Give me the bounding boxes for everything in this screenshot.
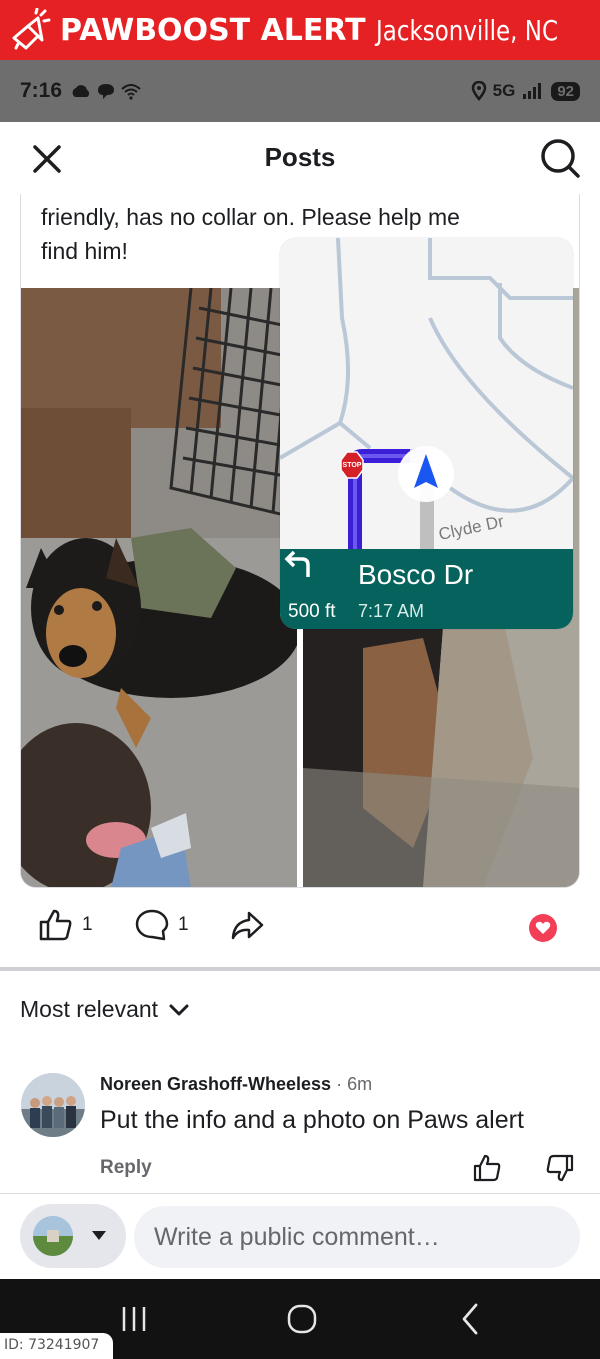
back-icon[interactable] xyxy=(450,1299,490,1339)
share-arrow-icon xyxy=(231,911,264,940)
like-count: 1 xyxy=(82,914,93,935)
comment-button[interactable]: 1 xyxy=(134,908,189,942)
navigation-map-overlay: Clyde Dr STOP Bosco Dr 500 ft 7:17 AM xyxy=(280,238,573,629)
next-street-name: Bosco Dr xyxy=(358,559,474,590)
turn-left-icon xyxy=(284,550,310,577)
signal-icon xyxy=(523,83,542,99)
avatar[interactable] xyxy=(21,1073,85,1137)
sort-label: Most relevant xyxy=(20,996,159,1022)
comment-input[interactable] xyxy=(134,1206,580,1268)
megaphone-icon xyxy=(12,8,51,50)
stop-sign-label: STOP xyxy=(342,462,362,469)
recent-apps-icon[interactable] xyxy=(114,1299,154,1339)
dogs-photo-illustration xyxy=(21,288,297,887)
post-actions: 1 1 xyxy=(0,900,600,956)
comment-author-name[interactable]: Noreen Grashoff-Wheeless xyxy=(100,1074,331,1094)
user-avatar xyxy=(33,1216,73,1256)
profile-switcher-button[interactable] xyxy=(20,1204,126,1268)
image-id-label: ID: 73241907 xyxy=(0,1333,113,1359)
comment-sort-dropdown[interactable]: Most relevant xyxy=(20,996,190,1023)
battery-indicator: 92 xyxy=(551,81,580,101)
navigation-panel: Bosco Dr 500 ft 7:17 AM xyxy=(280,549,573,629)
post-text-line: friendly, has no collar on. Please help … xyxy=(41,204,460,230)
chevron-down-icon xyxy=(169,1004,189,1015)
like-button[interactable]: 1 xyxy=(38,908,93,942)
post-photo-dogs[interactable] xyxy=(21,288,297,887)
pawboost-alert-banner: PAWBOOST ALERT Jacksonville, NC xyxy=(0,0,600,60)
alert-location: Jacksonville, NC xyxy=(375,13,558,47)
status-right: 5G 92 xyxy=(471,60,580,122)
thumbs-up-icon[interactable] xyxy=(472,1153,502,1183)
home-icon[interactable] xyxy=(282,1299,322,1339)
comment-text: Put the info and a photo on Paws alert xyxy=(100,1106,524,1134)
status-icons xyxy=(70,82,142,100)
distance-to-turn: 500 ft xyxy=(288,601,336,622)
search-icon[interactable] xyxy=(538,136,582,180)
network-label: 5G xyxy=(492,81,516,100)
share-button[interactable] xyxy=(229,908,265,942)
heart-reaction-icon xyxy=(529,914,557,942)
comment-bubble-icon xyxy=(135,909,169,941)
page-title: Posts xyxy=(264,142,336,172)
status-bar: 7:16 5G 92 xyxy=(0,60,600,122)
alert-title: PAWBOOST ALERT xyxy=(60,12,366,48)
section-divider xyxy=(0,967,600,971)
comment-count: 1 xyxy=(178,914,189,935)
wifi-icon xyxy=(121,84,141,100)
reply-button[interactable]: Reply xyxy=(100,1157,152,1179)
map-roads xyxy=(280,238,573,549)
arrival-time: 7:17 AM xyxy=(358,601,425,621)
posts-header: Posts xyxy=(0,122,600,194)
landscape-avatar xyxy=(33,1216,73,1256)
status-time: 7:16 xyxy=(20,79,63,102)
thumbs-up-icon xyxy=(39,909,72,941)
caret-down-icon xyxy=(92,1231,106,1240)
thumbs-down-icon[interactable] xyxy=(545,1153,575,1183)
chat-bubble-icon xyxy=(98,84,115,99)
location-pin-icon xyxy=(471,81,486,101)
comment-time: · 6m xyxy=(336,1074,373,1094)
group-photo-avatar xyxy=(21,1073,85,1137)
comment-author[interactable]: Noreen Grashoff-Wheeless · 6m xyxy=(100,1074,372,1095)
composer-divider xyxy=(0,1193,600,1194)
cloud-icon xyxy=(72,85,90,97)
